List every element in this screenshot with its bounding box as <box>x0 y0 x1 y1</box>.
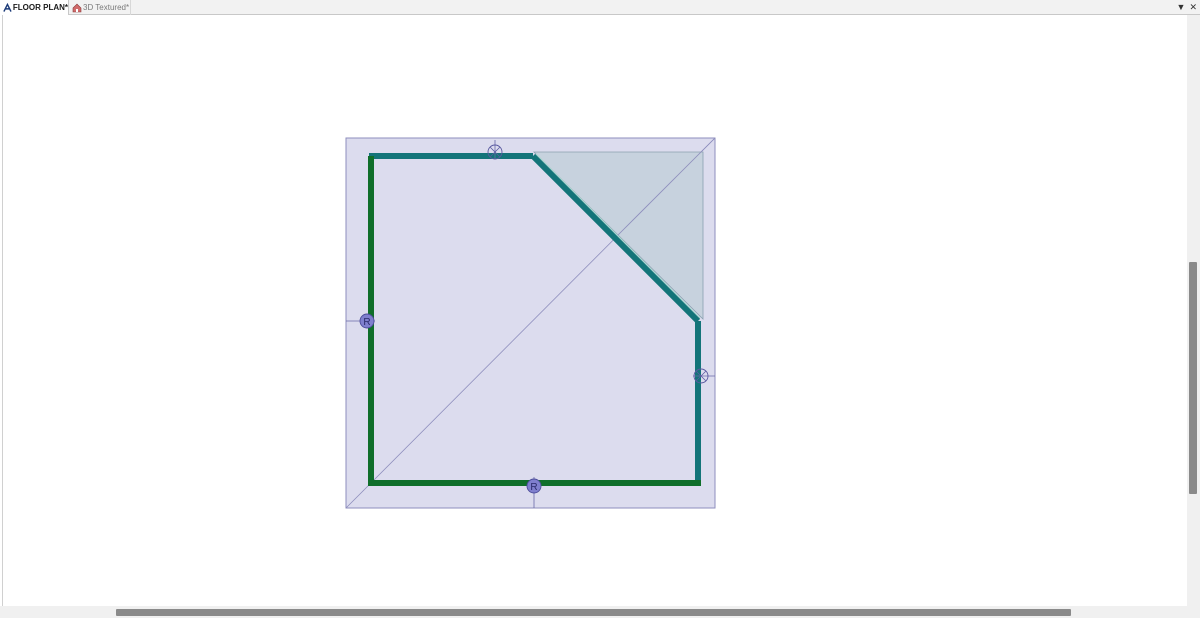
tab-controls: ▼ ✕ <box>1177 0 1197 15</box>
tab-list-dropdown-icon[interactable]: ▼ <box>1177 0 1186 15</box>
tab-floor-plan[interactable]: FLOOR PLAN* <box>0 0 69 15</box>
tab-3d-textured-label: 3D Textured* <box>83 3 130 12</box>
vertical-scrollbar[interactable] <box>1187 15 1200 606</box>
scrollbar-corner <box>1187 606 1200 618</box>
tab-3d-textured[interactable]: 3D Textured* <box>69 0 131 15</box>
horizontal-scrollbar-thumb[interactable] <box>116 609 1071 616</box>
floor-plan-window: FLOOR PLAN* 3D Textured* ▼ ✕ R R <box>0 0 1200 618</box>
bottom-marker-label: R <box>530 482 537 493</box>
horizontal-scrollbar[interactable] <box>0 606 1187 618</box>
left-marker-label: R <box>363 317 370 328</box>
floor-plan-drawing: R R <box>345 137 716 509</box>
plan-canvas[interactable]: R R <box>2 15 1188 606</box>
tab-floor-plan-label: FLOOR PLAN* <box>12 3 68 12</box>
house-3d-icon <box>72 3 82 12</box>
floor-plan-icon <box>3 2 12 12</box>
close-icon[interactable]: ✕ <box>1189 0 1197 15</box>
vertical-scrollbar-thumb[interactable] <box>1189 262 1197 494</box>
tab-strip: FLOOR PLAN* 3D Textured* ▼ ✕ <box>0 0 1200 15</box>
